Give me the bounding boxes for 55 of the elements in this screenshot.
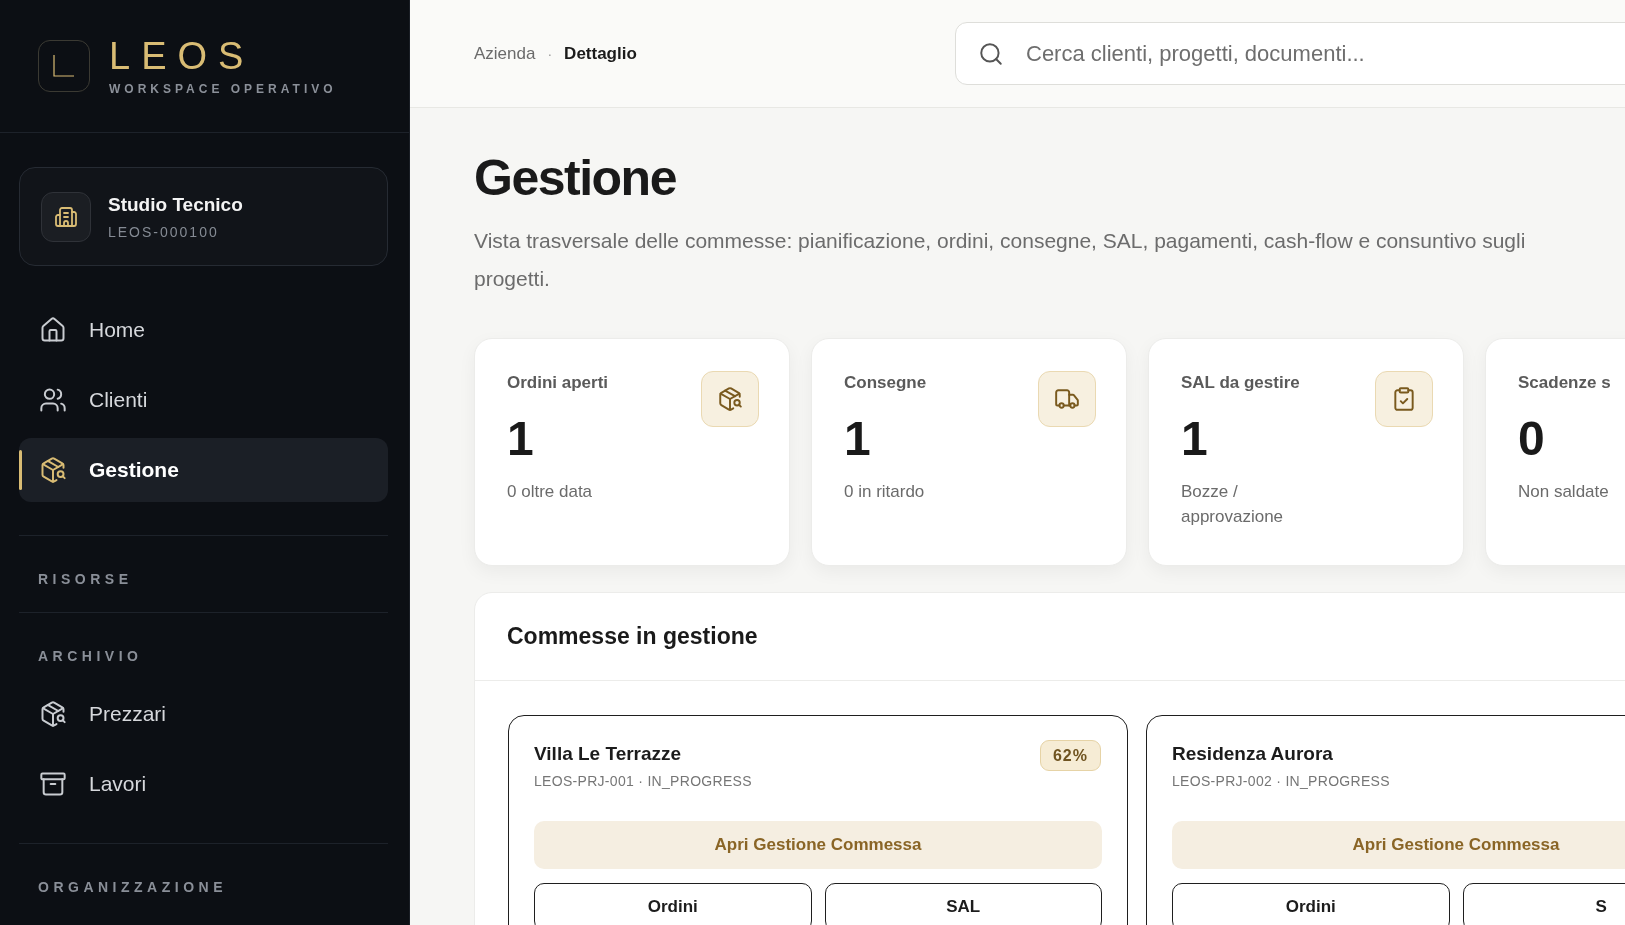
workspace-code: LEOS-000100 bbox=[108, 223, 220, 240]
search-field[interactable]: Cerca clienti, progetti, documenti... bbox=[955, 22, 1625, 85]
search-input[interactable]: Cerca clienti, progetti, documenti... bbox=[1024, 39, 1625, 68]
stat-value: 1 bbox=[507, 413, 535, 465]
clipboard-check-icon bbox=[1375, 371, 1433, 427]
logo-icon bbox=[38, 40, 90, 92]
panel-title: Commesse in gestione bbox=[507, 623, 758, 650]
building-icon bbox=[41, 191, 91, 242]
sidebar-item[interactable]: Clienti bbox=[19, 368, 388, 432]
stat-value: 1 bbox=[844, 413, 872, 465]
breadcrumb-separator: · bbox=[547, 45, 553, 62]
users-icon bbox=[39, 386, 67, 414]
brand-tagline: WORKSPACE OPERATIVO bbox=[109, 82, 337, 96]
home-icon bbox=[39, 316, 67, 344]
project-code: LEOS-PRJ-001 · IN_PROGRESS bbox=[534, 773, 753, 789]
sidebar-item[interactable]: Prezzari bbox=[19, 679, 388, 749]
section-title: ARCHIVIO bbox=[37, 647, 144, 665]
sidebar-item[interactable]: Home bbox=[19, 298, 388, 362]
section-title: ORGANIZZAZIONE bbox=[37, 878, 228, 896]
stat-note: 0 in ritardo bbox=[844, 481, 926, 503]
project-action-button[interactable]: S bbox=[1462, 883, 1625, 925]
project-name: Residenza Aurora bbox=[1172, 743, 1333, 765]
package-search-icon bbox=[701, 371, 759, 427]
stat-label: Consegne bbox=[844, 373, 928, 393]
breadcrumb-link[interactable]: Dettaglio bbox=[564, 43, 637, 64]
sidebar-item[interactable]: Gestione bbox=[19, 438, 388, 502]
package-search-icon bbox=[39, 456, 67, 484]
truck-icon bbox=[1038, 371, 1096, 427]
archive-box-icon bbox=[39, 770, 67, 798]
section-title: RISORSE bbox=[37, 570, 134, 588]
stat-label: Scadenze s bbox=[1518, 373, 1612, 393]
page-title: Gestione bbox=[474, 150, 677, 206]
project-name: Villa Le Terrazze bbox=[534, 743, 682, 765]
workspace-card[interactable]: Studio Tecnico LEOS-000100 bbox=[19, 167, 388, 266]
package-search-icon bbox=[39, 700, 67, 728]
stat-label: SAL da gestire bbox=[1181, 373, 1301, 393]
project-code: LEOS-PRJ-002 · IN_PROGRESS bbox=[1172, 773, 1391, 789]
breadcrumb-link[interactable]: Azienda bbox=[474, 43, 536, 64]
brand-name: LEOS bbox=[109, 36, 256, 76]
stat-value: 0 bbox=[1518, 413, 1546, 465]
progress-badge: 62% bbox=[1039, 740, 1101, 771]
open-project-button[interactable]: Apri Gestione Commessa bbox=[1172, 821, 1625, 869]
project-action-button[interactable]: Ordini bbox=[534, 883, 812, 925]
workspace-name: Studio Tecnico bbox=[108, 193, 243, 216]
stat-note: Non saldate bbox=[1518, 481, 1610, 503]
project-action-button[interactable]: Ordini bbox=[1172, 883, 1450, 925]
project-action-button[interactable]: SAL bbox=[824, 883, 1102, 925]
page-description: Vista trasversale delle commesse: pianificazione, ordini, consegne, SAL, pagamenti, cash-flow e consuntivo sugli progetti. bbox=[474, 228, 1527, 292]
stat-value: 1 bbox=[1181, 413, 1209, 465]
open-project-button[interactable]: Apri Gestione Commessa bbox=[534, 821, 1102, 869]
stat-note: 0 oltre data bbox=[507, 481, 594, 503]
stat-label: Ordini aperti bbox=[507, 373, 610, 393]
sidebar-item[interactable]: Lavori bbox=[19, 749, 388, 819]
search-icon bbox=[978, 40, 1004, 67]
stat-note: Bozze / approvazione bbox=[1181, 481, 1285, 528]
